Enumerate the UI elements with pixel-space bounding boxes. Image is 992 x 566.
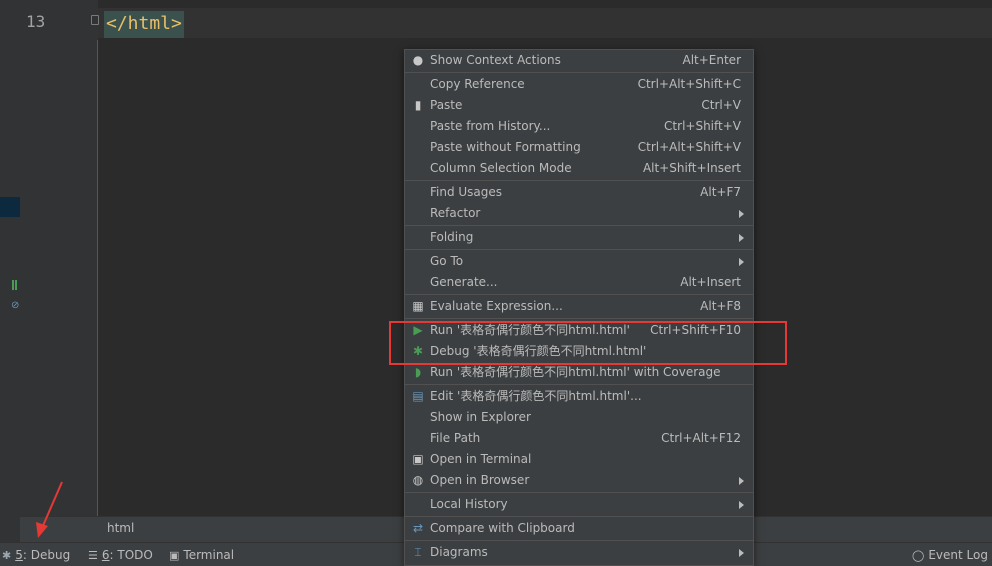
- globe-icon: ◍: [412, 473, 424, 487]
- submenu-arrow-icon: [739, 210, 744, 218]
- menu-item-show-context-actions[interactable]: ● Show Context Actions Alt+Enter: [405, 50, 753, 71]
- menu-item-refactor[interactable]: Refactor: [405, 203, 753, 224]
- breadcrumb-html[interactable]: html: [107, 521, 134, 535]
- previous-line-fragment: · · ·: [160, 0, 202, 7]
- menu-separator: [405, 249, 753, 250]
- terminal-icon: ▣: [169, 549, 180, 562]
- calculator-icon: ▦: [412, 299, 424, 313]
- submenu-arrow-icon: [739, 477, 744, 485]
- coverage-icon: ◗: [414, 365, 422, 379]
- menu-item-file-path[interactable]: File Path Ctrl+Alt+F12: [405, 428, 753, 449]
- menu-item-generate[interactable]: Generate... Alt+Insert: [405, 272, 753, 293]
- event-log-icon: ◯: [912, 549, 925, 562]
- menu-separator: [405, 516, 753, 517]
- clipboard-icon: ▮: [414, 98, 422, 112]
- submenu-arrow-icon: [739, 234, 744, 242]
- menu-separator: [405, 318, 753, 319]
- current-line-highlight: [98, 8, 992, 38]
- menu-item-compare-with-clipboard[interactable]: ⇄ Compare with Clipboard: [405, 518, 753, 539]
- menu-separator: [405, 492, 753, 493]
- menu-separator: [405, 225, 753, 226]
- menu-item-paste[interactable]: ▮ Paste Ctrl+V: [405, 95, 753, 116]
- menu-item-paste-without-formatting[interactable]: Paste without Formatting Ctrl+Alt+Shift+…: [405, 137, 753, 158]
- menu-item-local-history[interactable]: Local History: [405, 494, 753, 515]
- menu-item-paste-from-history[interactable]: Paste from History... Ctrl+Shift+V: [405, 116, 753, 137]
- submenu-arrow-icon: [739, 258, 744, 266]
- menu-separator: [405, 384, 753, 385]
- terminal-icon: ▣: [412, 452, 424, 466]
- diagram-icon: ⌶: [414, 545, 422, 559]
- submenu-arrow-icon: [739, 501, 744, 509]
- annotation-arrow: [36, 481, 63, 538]
- menu-item-open-in-terminal[interactable]: ▣ Open in Terminal: [405, 449, 753, 470]
- fold-marker-icon[interactable]: [91, 15, 99, 25]
- event-log-button[interactable]: ◯ Event Log: [912, 546, 988, 564]
- menu-item-folding[interactable]: Folding: [405, 227, 753, 248]
- editor-context-menu: ● Show Context Actions Alt+Enter Copy Re…: [404, 49, 754, 566]
- menu-item-find-usages[interactable]: Find Usages Alt+F7: [405, 182, 753, 203]
- compare-icon: ⇄: [412, 521, 424, 535]
- menu-item-go-to[interactable]: Go To: [405, 251, 753, 272]
- code-html-close-tag[interactable]: </html>: [104, 11, 184, 38]
- tool-window-terminal[interactable]: ▣ Terminal: [169, 546, 234, 564]
- lightbulb-icon: ●: [412, 53, 424, 67]
- edit-config-icon: ▤: [412, 389, 424, 403]
- menu-separator: [405, 540, 753, 541]
- menu-separator: [405, 294, 753, 295]
- tool-window-todo[interactable]: ☰ 6: TODO: [88, 546, 153, 564]
- menu-item-edit-configuration[interactable]: ▤ Edit '表格奇偶行颜色不同html.html'...: [405, 386, 753, 407]
- menu-item-diagrams[interactable]: ⌶ Diagrams: [405, 542, 753, 563]
- menu-item-evaluate-expression[interactable]: ▦ Evaluate Expression... Alt+F8: [405, 296, 753, 317]
- menu-item-run-with-coverage[interactable]: ◗ Run '表格奇偶行颜色不同html.html' with Coverage: [405, 362, 753, 383]
- menu-item-open-in-browser[interactable]: ◍ Open in Browser: [405, 470, 753, 491]
- menu-separator: [405, 72, 753, 73]
- gutter-divider: [97, 40, 98, 516]
- annotation-highlight-box: [389, 321, 787, 365]
- todo-list-icon: ☰: [88, 549, 98, 562]
- menu-item-copy-reference[interactable]: Copy Reference Ctrl+Alt+Shift+C: [405, 74, 753, 95]
- menu-separator: [405, 180, 753, 181]
- menu-item-column-selection-mode[interactable]: Column Selection Mode Alt+Shift+Insert: [405, 158, 753, 179]
- menu-item-show-in-explorer[interactable]: Show in Explorer: [405, 407, 753, 428]
- submenu-arrow-icon: [739, 549, 744, 557]
